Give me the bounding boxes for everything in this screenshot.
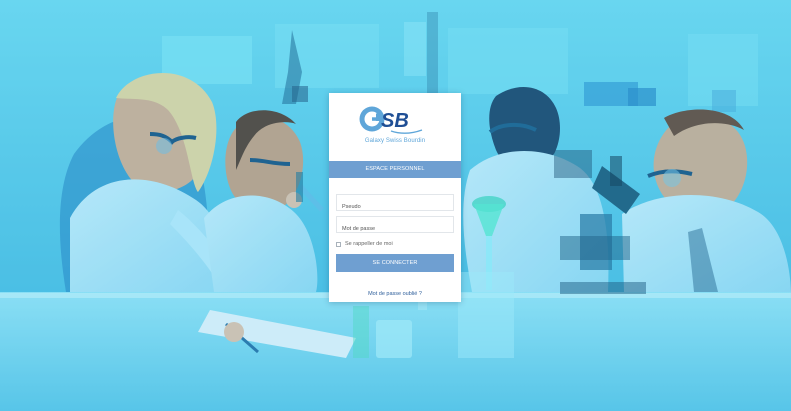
login-button[interactable]: SE CONNECTER [336, 254, 454, 272]
brand-name: Galaxy Swiss Bourdin [364, 138, 426, 144]
password-field[interactable] [336, 216, 454, 237]
username-field[interactable] [336, 194, 454, 215]
brand-logo: SB Galaxy Swiss Bourdin [329, 99, 461, 147]
remember-me-label: Se rappeller de moi [345, 241, 393, 247]
username-input[interactable] [337, 199, 453, 215]
checkbox-icon[interactable] [336, 241, 341, 247]
section-title: ESPACE PERSONNEL [365, 166, 425, 172]
login-page: SB Galaxy Swiss Bourdin ESPACE PERSONNEL… [0, 0, 791, 411]
password-input[interactable] [337, 221, 453, 237]
remember-me-row[interactable]: Se rappeller de moi [336, 240, 393, 248]
section-header-bar: ESPACE PERSONNEL [329, 161, 461, 178]
gsb-logo-icon: SB [359, 106, 423, 134]
forgot-password-link[interactable]: Mot de passe oublié ? [329, 291, 461, 297]
svg-text:SB: SB [381, 110, 409, 132]
